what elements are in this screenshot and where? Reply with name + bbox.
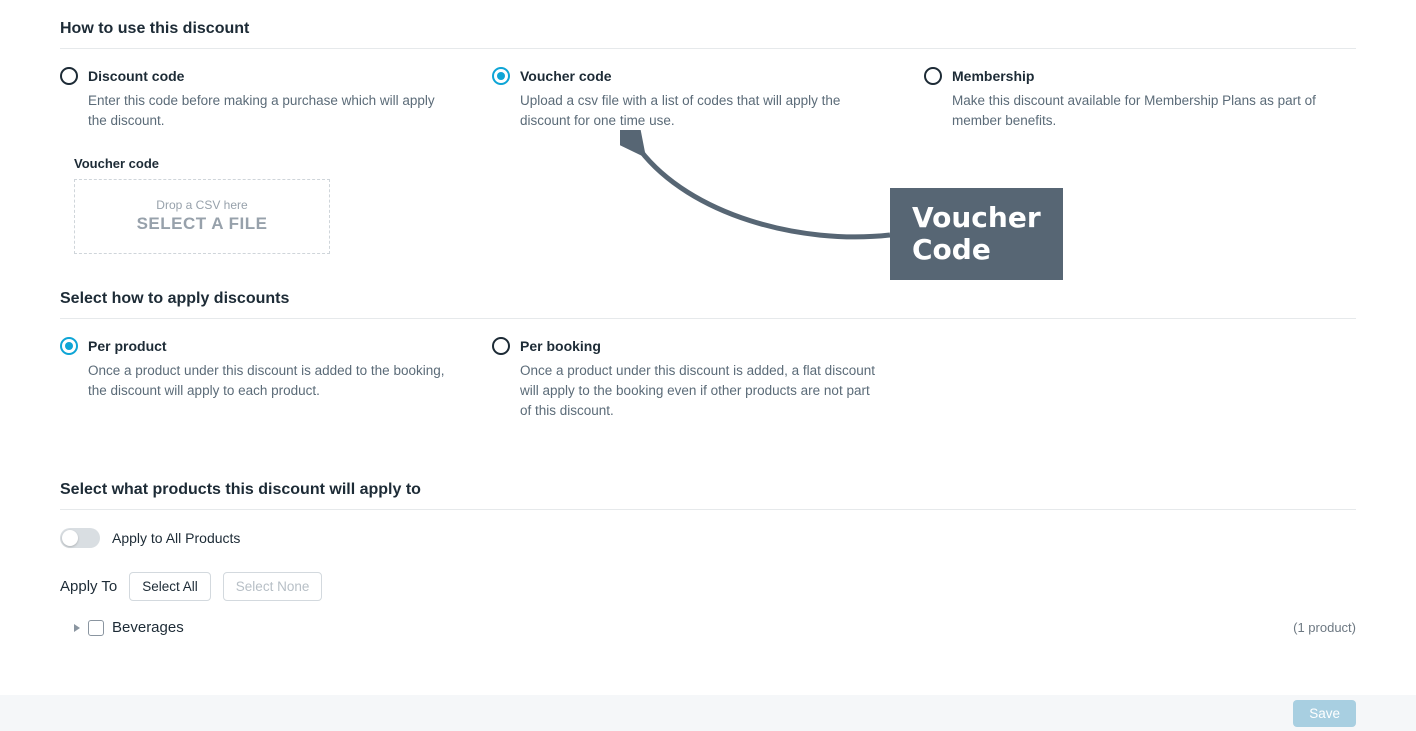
section-title-apply-method: Select how to apply discounts [60, 290, 1356, 308]
apply-to-controls: Apply To Select All Select None [60, 572, 1356, 601]
radio-discount-code[interactable]: Discount code [60, 67, 452, 85]
divider [60, 509, 1356, 510]
usage-radio-group: Discount code Enter this code before mak… [60, 67, 1356, 132]
radio-description: Make this discount available for Members… [924, 91, 1316, 132]
footer-bar: Save [0, 695, 1416, 731]
product-category-label: Beverages [112, 619, 184, 636]
radio-icon [60, 337, 78, 355]
divider [60, 318, 1356, 319]
radio-voucher-code[interactable]: Voucher code [492, 67, 884, 85]
product-checkbox[interactable] [88, 620, 104, 636]
radio-option-per-booking: Per booking Once a product under this di… [492, 337, 924, 422]
radio-icon [924, 67, 942, 85]
radio-option-per-product: Per product Once a product under this di… [60, 337, 492, 422]
annotation-callout: Voucher Code [890, 188, 1063, 280]
radio-per-booking[interactable]: Per booking [492, 337, 884, 355]
radio-per-product[interactable]: Per product [60, 337, 452, 355]
radio-option-discount-code: Discount code Enter this code before mak… [60, 67, 492, 132]
radio-membership[interactable]: Membership [924, 67, 1316, 85]
radio-description: Once a product under this discount is ad… [492, 361, 884, 422]
radio-option-membership: Membership Make this discount available … [924, 67, 1356, 132]
radio-label: Discount code [88, 68, 184, 84]
product-tree-row: Beverages (1 product) [60, 619, 1356, 636]
save-button[interactable]: Save [1293, 700, 1356, 727]
radio-label: Per booking [520, 338, 601, 354]
apply-to-label: Apply To [60, 578, 117, 595]
radio-icon [60, 67, 78, 85]
radio-label: Voucher code [520, 68, 612, 84]
radio-label: Membership [952, 68, 1034, 84]
section-title-usage: How to use this discount [60, 20, 1356, 38]
divider [60, 48, 1356, 49]
radio-icon [492, 67, 510, 85]
radio-icon [492, 337, 510, 355]
apply-all-toggle-label: Apply to All Products [112, 530, 240, 546]
expand-icon[interactable] [74, 624, 80, 632]
callout-line1: Voucher [912, 202, 1041, 234]
radio-label: Per product [88, 338, 167, 354]
radio-description: Enter this code before making a purchase… [60, 91, 452, 132]
section-title-products: Select what products this discount will … [60, 481, 1356, 499]
upload-field-label: Voucher code [74, 156, 1356, 171]
product-count: (1 product) [1293, 620, 1356, 635]
radio-description: Once a product under this discount is ad… [60, 361, 452, 402]
dropzone-hint: Drop a CSV here [156, 198, 247, 212]
select-none-button[interactable]: Select None [223, 572, 323, 601]
radio-option-voucher-code: Voucher code Upload a csv file with a li… [492, 67, 924, 132]
select-all-button[interactable]: Select All [129, 572, 211, 601]
apply-method-radio-group: Per product Once a product under this di… [60, 337, 1356, 422]
apply-all-toggle-row: Apply to All Products [60, 528, 1356, 548]
dropzone-action: SELECT A FILE [137, 214, 268, 234]
csv-dropzone[interactable]: Drop a CSV here SELECT A FILE [74, 179, 330, 254]
radio-description: Upload a csv file with a list of codes t… [492, 91, 884, 132]
voucher-upload-section: Voucher code Drop a CSV here SELECT A FI… [74, 156, 1356, 254]
apply-all-toggle[interactable] [60, 528, 100, 548]
callout-line2: Code [912, 234, 1041, 266]
